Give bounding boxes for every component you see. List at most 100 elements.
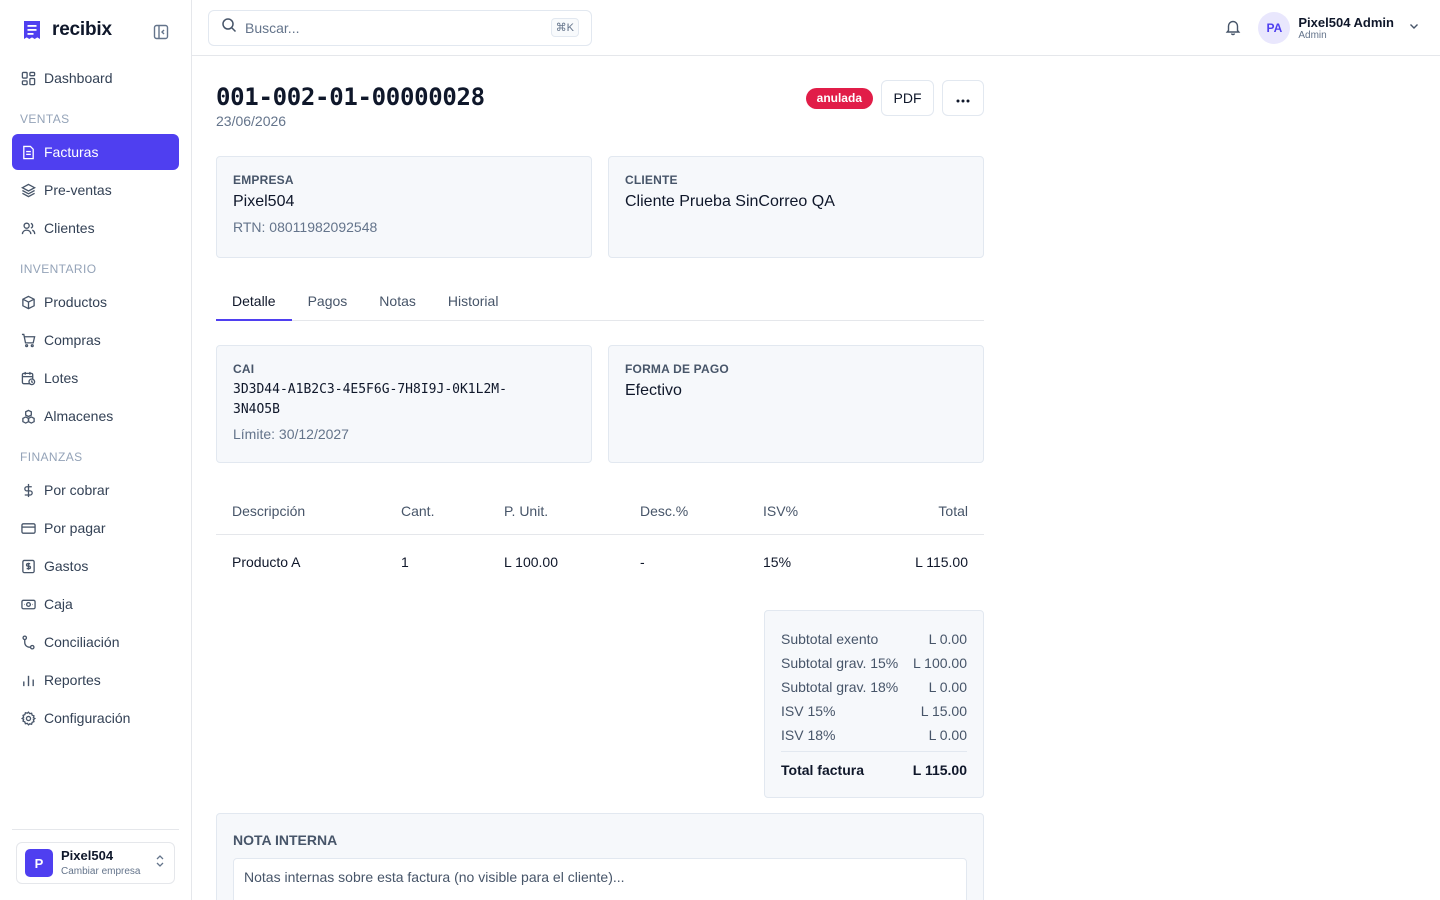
collapse-sidebar-icon[interactable]	[151, 22, 171, 42]
table-cell: L 115.00	[915, 554, 968, 570]
company-switcher[interactable]: P Pixel504 Cambiar empresa	[16, 842, 175, 884]
cai-limit: Límite: 30/12/2027	[233, 426, 349, 442]
sidebar-item-conciliacion[interactable]: Conciliación	[12, 624, 179, 660]
table-cell: L 100.00	[504, 554, 558, 570]
gear-icon	[20, 710, 36, 726]
sidebar-item-lotes[interactable]: Lotes	[12, 360, 179, 396]
search-input[interactable]	[245, 19, 551, 36]
sidebar-item-label: Pre-ventas	[44, 182, 112, 198]
totals-label: ISV 15%	[781, 703, 836, 719]
table-cell: 1	[401, 554, 409, 570]
section-title-finanzas: FINANZAS	[20, 450, 83, 464]
column-header: Cant.	[401, 502, 435, 519]
company-name: Pixel504	[61, 848, 114, 864]
column-header: Descripción	[232, 502, 306, 519]
totals-panel: Subtotal exento L 0.00 Subtotal grav. 15%…	[764, 610, 984, 798]
sidebar-item-label: Facturas	[44, 144, 99, 160]
cai-card: CAI 3D3D44-A1B2C3-4E5F6G-7H8I9J-0K1L2M-3…	[216, 345, 592, 463]
sidebar-item-label: Caja	[44, 596, 73, 612]
chevron-up-down-icon	[154, 854, 166, 873]
sidebar-item-gastos[interactable]: Gastos	[12, 548, 179, 584]
tab-pagos[interactable]: Pagos	[292, 284, 364, 321]
sidebar-divider	[12, 829, 179, 830]
table-header: Descripción Cant. P. Unit. Desc.% ISV% T…	[216, 487, 984, 535]
empresa-label: EMPRESA	[233, 173, 294, 187]
sidebar-item-label: Compras	[44, 332, 101, 348]
totals-row: ISV 18% L 0.00	[781, 723, 967, 747]
pdf-button[interactable]: PDF	[881, 80, 934, 116]
tab-detalle[interactable]: Detalle	[216, 284, 292, 321]
invoice-date: 23/06/2026	[216, 113, 287, 129]
column-header: Total	[938, 502, 968, 519]
invoice-detail: 001-002-01-00000028 23/06/2026 anulada P…	[216, 80, 984, 900]
totals-label: Subtotal grav. 15%	[781, 655, 899, 671]
total-final-row: Total factura L 115.00	[781, 751, 967, 781]
tab-notas[interactable]: Notas	[363, 284, 432, 321]
search-icon	[221, 17, 237, 38]
calendar-icon	[20, 370, 36, 386]
items-table: Descripción Cant. P. Unit. Desc.% ISV% T…	[216, 487, 984, 589]
tabs: Detalle Pagos Notas Historial	[216, 284, 984, 321]
company-switch-hint: Cambiar empresa	[61, 865, 141, 877]
user-role: Admin	[1298, 30, 1327, 41]
search-shortcut: ⌘K	[550, 18, 579, 37]
more-options-button[interactable]	[942, 80, 984, 116]
totals-label: ISV 18%	[781, 727, 836, 743]
table-cell: Producto A	[232, 554, 301, 570]
total-final-value: L 115.00	[912, 761, 967, 778]
table-row: Producto A 1 L 100.00 - 15% L 115.00	[216, 535, 984, 589]
totals-label: Subtotal grav. 18%	[781, 679, 899, 695]
column-header: ISV%	[763, 502, 799, 519]
sidebar-item-facturas[interactable]: Facturas	[12, 134, 179, 170]
sidebar-item-reportes[interactable]: Reportes	[12, 662, 179, 698]
sidebar-item-por-cobrar[interactable]: Por cobrar	[12, 472, 179, 508]
avatar: PA	[1258, 12, 1291, 44]
sidebar-item-label: Gastos	[44, 558, 89, 574]
sidebar-item-caja[interactable]: Caja	[12, 586, 179, 622]
company-avatar: P	[25, 849, 53, 877]
user-menu[interactable]: PA Pixel504 Admin Admin	[1258, 12, 1420, 44]
sidebar-item-clientes[interactable]: Clientes	[12, 210, 179, 246]
user-name: Pixel504 Admin	[1298, 15, 1394, 30]
cliente-name: Cliente Prueba SinCorreo QA	[625, 193, 835, 210]
total-final-label: Total factura	[781, 761, 864, 778]
sidebar-item-por-pagar[interactable]: Por pagar	[12, 510, 179, 546]
cart-icon	[20, 332, 36, 348]
topbar: ⌘K PA Pixel504 Admin Admin	[192, 0, 1440, 56]
branch-icon	[20, 634, 36, 650]
sidebar-item-label: Conciliación	[44, 634, 120, 650]
sidebar-item-configuracion[interactable]: Configuración	[12, 700, 179, 736]
section-title-ventas: VENTAS	[20, 112, 70, 126]
table-cell: 15%	[763, 554, 792, 570]
sidebar-item-label: Reportes	[44, 672, 101, 688]
chevron-down-icon	[1408, 19, 1420, 37]
sidebar-item-productos[interactable]: Productos	[12, 284, 179, 320]
section-title-inventario: INVENTARIO	[20, 262, 97, 276]
sidebar-item-dashboard[interactable]: Dashboard	[12, 60, 179, 96]
notifications-bell-icon[interactable]	[1224, 18, 1244, 38]
brand: recibix	[12, 0, 179, 60]
cliente-card: CLIENTE Cliente Prueba SinCorreo QA	[608, 156, 984, 258]
totals-value: L 100.00	[913, 655, 967, 671]
cliente-label: CLIENTE	[625, 173, 678, 187]
app-name: recibix	[52, 19, 112, 40]
internal-note-panel: NOTA INTERNA	[216, 813, 984, 900]
totals-row: Subtotal grav. 18% L 0.00	[781, 675, 967, 699]
sidebar-item-label: Productos	[44, 294, 108, 310]
sidebar-item-pre-ventas[interactable]: Pre-ventas	[12, 172, 179, 208]
totals-value: L 0.00	[928, 679, 967, 695]
tab-historial[interactable]: Historial	[432, 284, 515, 321]
sidebar-item-compras[interactable]: Compras	[12, 322, 179, 358]
totals-value: L 0.00	[928, 727, 967, 743]
payment-method-card: FORMA DE PAGO Efectivo	[608, 345, 984, 463]
box-icon	[20, 294, 36, 310]
sidebar-item-label: Por cobrar	[44, 482, 110, 498]
search-bar[interactable]: ⌘K	[208, 9, 592, 46]
internal-note-input[interactable]	[233, 858, 967, 900]
dollar-icon	[20, 482, 36, 498]
sidebar-item-almacenes[interactable]: Almacenes	[12, 398, 179, 434]
sidebar-item-label: Clientes	[44, 220, 95, 236]
empresa-rtn: RTN: 08011982092548	[233, 219, 378, 235]
totals-label: Subtotal exento	[781, 631, 879, 647]
cash-icon	[20, 596, 36, 612]
